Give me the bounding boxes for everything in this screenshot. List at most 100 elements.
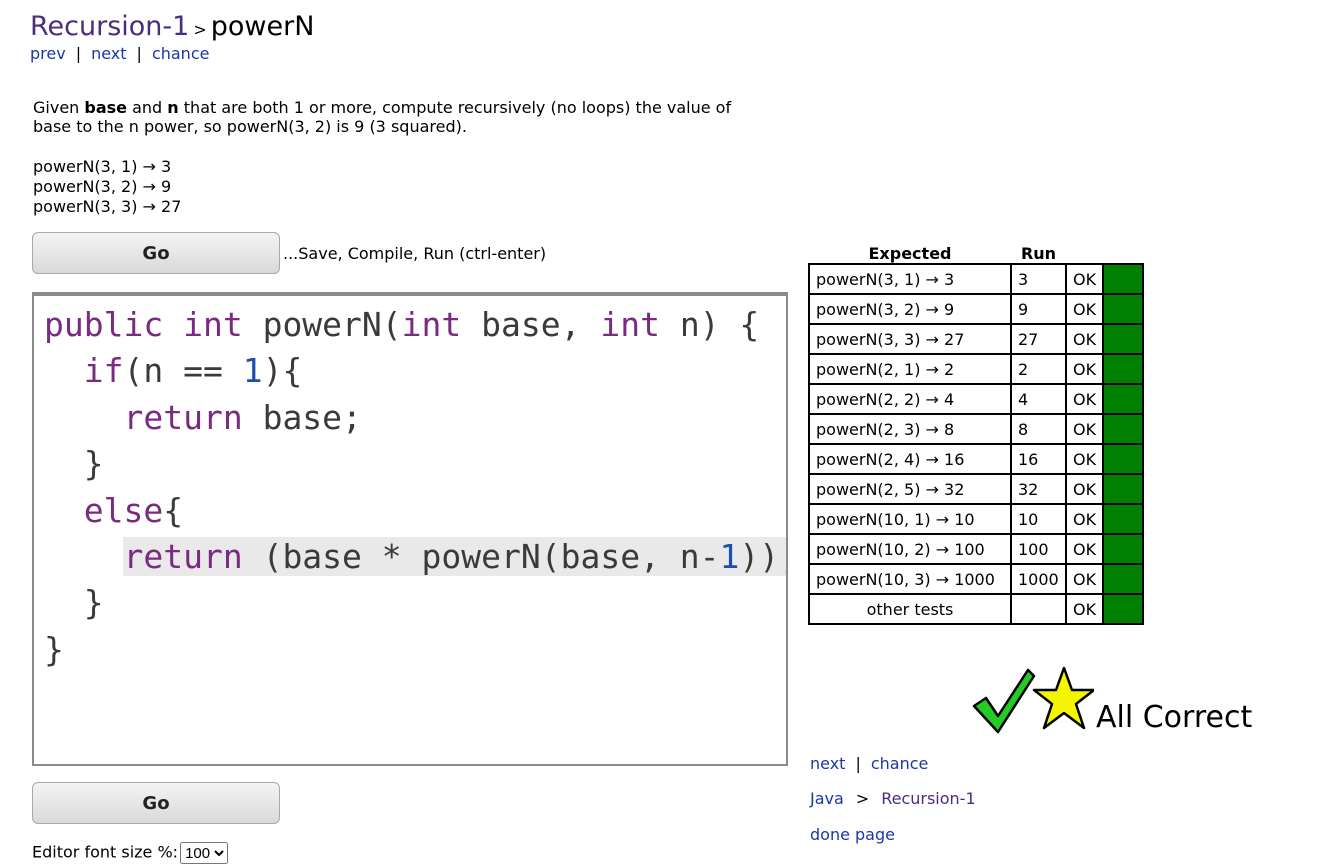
font-size-select[interactable]: 100 [180,842,229,864]
run-cell: 8 [1010,413,1067,445]
table-row: powerN(10, 1) → 10 10 OK [808,503,1145,535]
breadcrumb-separator: > [193,20,207,39]
bottom-nav: next | chance [810,754,928,773]
example-line: powerN(3, 2) → 9 [33,177,172,196]
desc-bold-n: n [167,98,179,117]
table-row: powerN(2, 3) → 8 8 OK [808,413,1145,445]
expected-cell: powerN(3, 1) → 3 [808,263,1012,295]
chance-link[interactable]: chance [152,44,210,63]
example-line: powerN(3, 1) → 3 [33,157,172,176]
status-swatch [1102,353,1145,385]
status-swatch [1102,533,1145,565]
results-header: Expected Run [809,243,1143,264]
expected-cell: powerN(3, 2) → 9 [808,293,1012,325]
example-line: powerN(3, 3) → 27 [33,197,182,216]
run-cell: 16 [1010,443,1067,475]
status-cell: OK [1064,533,1105,565]
results-table: Expected Run powerN(3, 1) → 3 3 OK powerN(… [808,243,1145,625]
status-cell: OK [1064,563,1105,595]
table-row: powerN(2, 5) → 32 32 OK [808,473,1145,505]
status-swatch [1102,383,1145,415]
run-cell: 9 [1010,293,1067,325]
bottom-breadcrumb: Java > Recursion-1 [810,789,976,808]
status-cell: OK [1064,443,1105,475]
expected-cell: powerN(10, 3) → 1000 [808,563,1012,595]
breadcrumb: Recursion-1 > powerN [30,10,314,47]
examples-list: powerN(3, 1) → 3 powerN(3, 2) → 9 powerN… [33,157,181,217]
prev-link[interactable]: prev [30,44,66,63]
status-swatch [1102,563,1145,595]
status-swatch [1102,413,1145,445]
status-swatch [1102,443,1145,475]
done-page-row: done page [810,825,895,844]
desc-text: Given [33,98,85,117]
go-button[interactable]: Go [32,232,280,274]
expected-cell: other tests [808,593,1012,625]
expected-cell: powerN(2, 4) → 16 [808,443,1012,475]
nav-separator: | [75,44,82,63]
expected-header: Expected [868,243,952,263]
status-cell: OK [1064,383,1105,415]
run-cell: 100 [1010,533,1067,565]
next-link[interactable]: next [810,754,845,773]
all-correct-badge: All Correct [972,666,1272,736]
status-swatch [1102,263,1145,295]
problem-description: Given base and n that are both 1 or more… [33,98,773,136]
code-editor[interactable]: public int powerN(int base, int n) { if(… [32,292,788,766]
table-row: powerN(10, 2) → 100 100 OK [808,533,1145,565]
star-icon [1032,666,1094,730]
status-cell: OK [1064,503,1105,535]
status-swatch [1102,593,1145,625]
run-cell: 1000 [1010,563,1067,595]
expected-cell: powerN(10, 1) → 10 [808,503,1012,535]
status-cell: OK [1064,593,1105,625]
run-header: Run [1020,243,1057,263]
status-swatch [1102,473,1145,505]
run-cell: 10 [1010,503,1067,535]
table-row: powerN(2, 4) → 16 16 OK [808,443,1145,475]
chance-link[interactable]: chance [871,754,929,773]
expected-cell: powerN(2, 2) → 4 [808,383,1012,415]
status-cell: OK [1064,323,1105,355]
go-button-bottom[interactable]: Go [32,782,280,824]
run-cell: 4 [1010,383,1067,415]
breadcrumb-section-link[interactable]: Recursion-1 [30,11,189,42]
status-swatch [1102,293,1145,325]
expected-cell: powerN(10, 2) → 100 [808,533,1012,565]
status-cell: OK [1064,473,1105,505]
nav-separator: | [855,754,861,773]
code-text[interactable]: public int powerN(int base, int n) { if(… [44,302,786,673]
run-cell: 3 [1010,263,1067,295]
desc-text: and [127,98,168,117]
status-swatch [1102,503,1145,535]
table-row: powerN(2, 2) → 4 4 OK [808,383,1145,415]
status-swatch [1102,323,1145,355]
checkmark-icon [972,668,1036,734]
run-cell: 2 [1010,353,1067,385]
nav-separator: | [136,44,142,63]
status-cell: OK [1064,263,1105,295]
editor-font-size: Editor font size %: 100 [32,842,229,864]
status-cell: OK [1064,413,1105,445]
table-row: powerN(2, 1) → 2 2 OK [808,353,1145,385]
run-cell [1010,593,1067,625]
status-cell: OK [1064,353,1105,385]
font-size-label: Editor font size %: [32,842,179,862]
expected-cell: powerN(3, 3) → 27 [808,323,1012,355]
all-correct-text: All Correct [1096,700,1253,735]
table-row: powerN(10, 3) → 1000 1000 OK [808,563,1145,595]
run-cell: 32 [1010,473,1067,505]
expected-cell: powerN(2, 3) → 8 [808,413,1012,445]
table-row: powerN(3, 2) → 9 9 OK [808,293,1145,325]
desc-bold-base: base [84,98,128,117]
problem-nav: prev | next | chance [30,44,209,63]
expected-cell: powerN(2, 1) → 2 [808,353,1012,385]
next-link[interactable]: next [91,44,126,63]
java-link[interactable]: Java [810,789,844,808]
recursion-1-link[interactable]: Recursion-1 [881,789,975,808]
table-row: other tests OK [808,593,1145,625]
table-row: powerN(3, 3) → 27 27 OK [808,323,1145,355]
done-page-link[interactable]: done page [810,825,895,844]
page-title: powerN [210,11,315,42]
run-cell: 27 [1010,323,1067,355]
